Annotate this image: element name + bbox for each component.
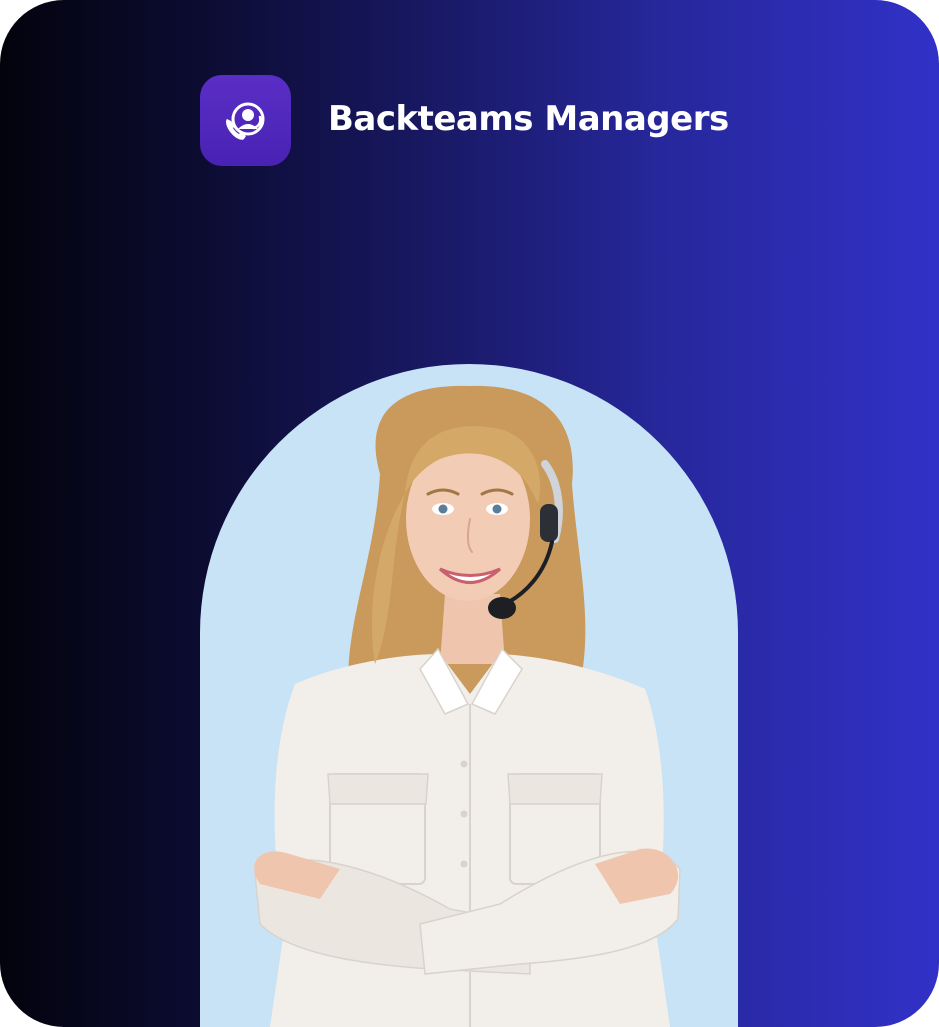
brand-name: Backteams Managers (328, 99, 729, 139)
support-agent-photo (254, 385, 681, 1027)
hero-card: Backteams Managers (0, 0, 939, 1027)
support-agent-phone-icon (225, 102, 264, 140)
hero-photo-frame (200, 364, 738, 1027)
brand-logo (200, 75, 291, 166)
